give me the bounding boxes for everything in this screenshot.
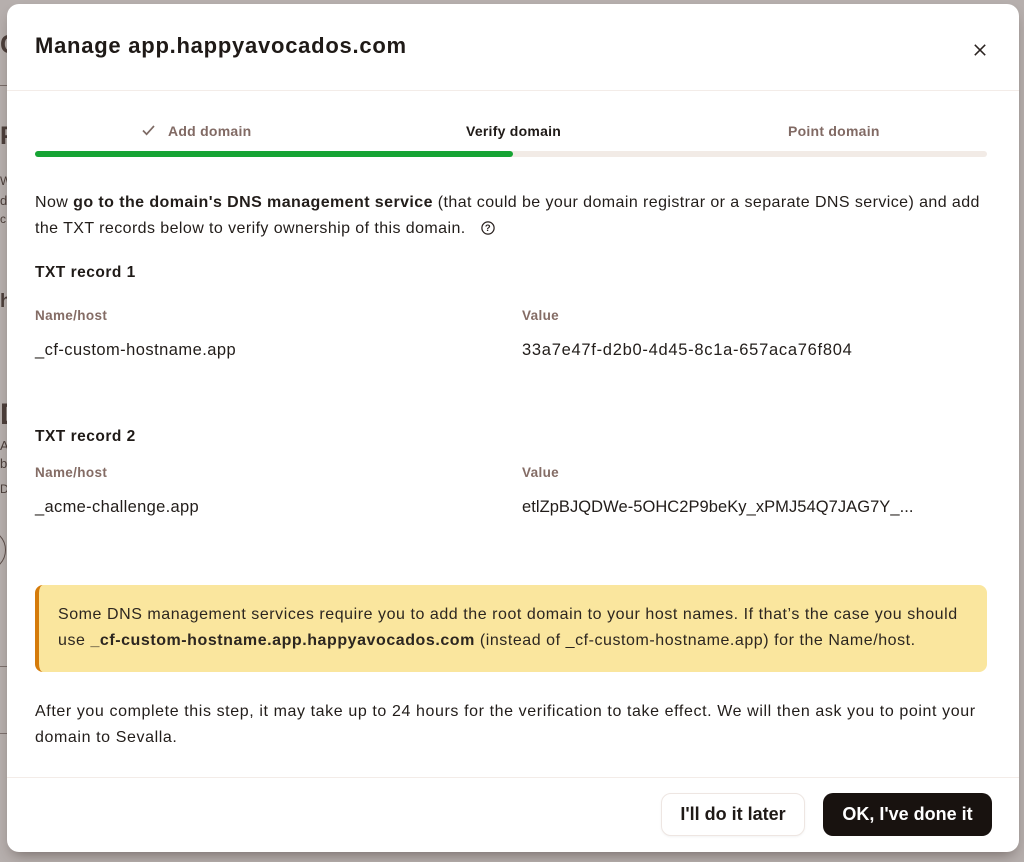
svg-text:?: ? [485, 223, 491, 234]
